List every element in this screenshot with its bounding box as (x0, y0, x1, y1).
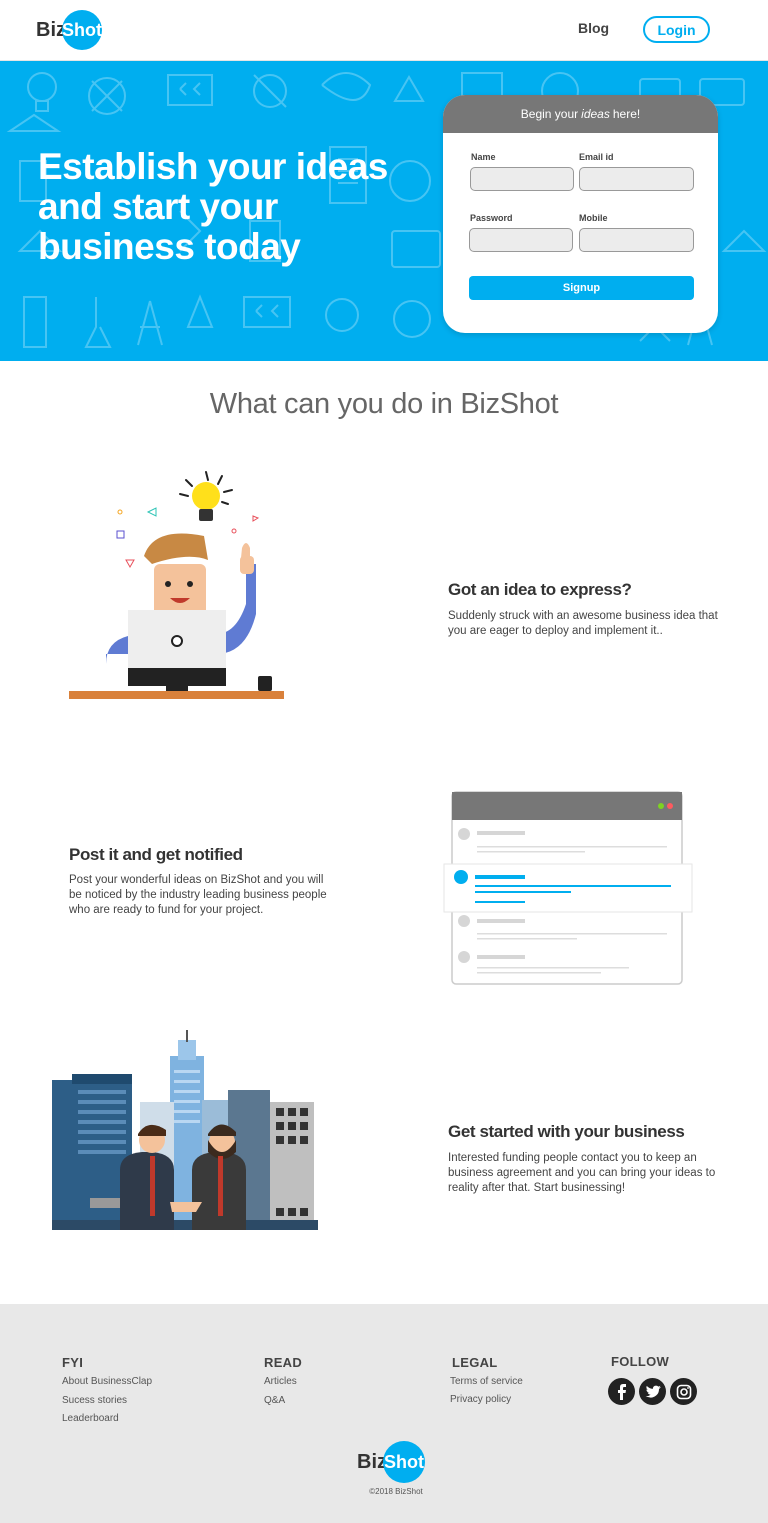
idea-person-illustration (69, 471, 284, 699)
header-logo[interactable]: Biz Shot (36, 10, 102, 50)
footer-link-privacy[interactable]: Privacy policy (450, 1394, 511, 1405)
site-footer: FYI About BusinessClap Sucess stories Le… (0, 1304, 768, 1523)
footer-logo-shot-bubble: Shot (383, 1441, 425, 1483)
feature-text-post: Post your wonderful ideas on BizShot and… (69, 874, 327, 916)
hero-banner: Establish your ideas and start your busi… (0, 61, 768, 361)
footer-logo[interactable]: Biz Shot (357, 1441, 425, 1483)
footer-link-articles[interactable]: Articles (264, 1376, 297, 1387)
password-field[interactable] (469, 228, 573, 252)
name-field[interactable] (470, 167, 574, 191)
signup-form: Begin your ideas here! Name Email id Pas… (443, 95, 718, 333)
feature-text-business: Interested funding people contact you to… (448, 1152, 716, 1194)
handshake-city-illustration (52, 1030, 318, 1230)
section-title: What can you do in BizShot (209, 388, 559, 420)
signup-heading-emphasis: ideas (581, 107, 610, 121)
footer-legal-title: LEGAL (452, 1355, 498, 1370)
footer-follow-title: FOLLOW (611, 1354, 670, 1369)
notification-list-illustration (443, 791, 693, 985)
hero-headline-line1: Establish your ideas (38, 146, 388, 187)
email-label: Email id (579, 152, 614, 162)
login-button[interactable]: Login (643, 16, 710, 43)
copyright-text: ©2018 BizShot (369, 1487, 423, 1496)
footer-link-leaderboard[interactable]: Leaderboard (62, 1413, 119, 1424)
facebook-icon[interactable] (608, 1378, 635, 1405)
feature-title-idea: Got an idea to express? (448, 580, 632, 599)
signup-heading-after: here! (612, 107, 641, 121)
site-header: Biz Shot Blog Login (0, 0, 768, 61)
footer-link-terms[interactable]: Terms of service (450, 1376, 523, 1387)
password-label: Password (470, 213, 513, 223)
signup-heading-before: Begin your (520, 107, 579, 121)
feature-title-post: Post it and get notified (69, 845, 243, 864)
feature-text-idea: Suddenly struck with an awesome business… (448, 610, 718, 637)
instagram-icon[interactable] (670, 1378, 697, 1405)
footer-link-qa[interactable]: Q&A (264, 1395, 285, 1406)
name-label: Name (471, 152, 496, 162)
footer-fyi-title: FYI (62, 1355, 84, 1370)
hero-headline-line3: business today (38, 226, 301, 267)
footer-read-title: READ (264, 1355, 303, 1370)
nav-blog-link[interactable]: Blog (578, 20, 609, 36)
signup-form-heading: Begin your ideas here! (443, 95, 718, 133)
hero-headline-line2: and start your (38, 186, 278, 227)
footer-link-about[interactable]: About BusinessClap (62, 1376, 152, 1387)
logo-shot-bubble: Shot (62, 10, 102, 50)
signup-button[interactable]: Signup (469, 276, 694, 300)
twitter-icon[interactable] (639, 1378, 666, 1405)
feature-title-business: Get started with your business (448, 1122, 685, 1141)
mobile-label: Mobile (579, 213, 608, 223)
email-field[interactable] (579, 167, 694, 191)
mobile-field[interactable] (579, 228, 694, 252)
footer-link-success-stories[interactable]: Sucess stories (62, 1395, 127, 1406)
hero-headline: Establish your ideas and start your busi… (38, 147, 438, 267)
